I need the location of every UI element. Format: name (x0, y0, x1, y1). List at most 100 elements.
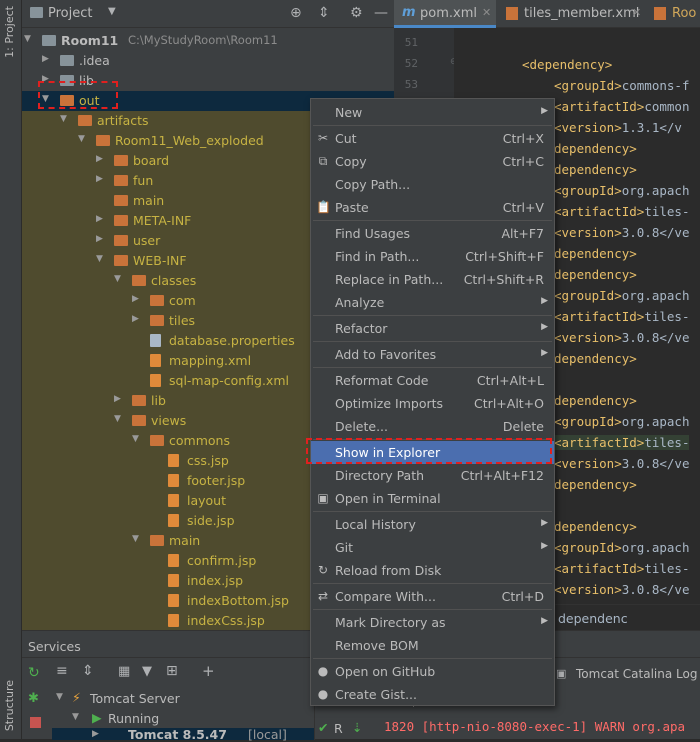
menu-item-reload-from-disk[interactable]: ↻ Reload from Disk (311, 559, 554, 582)
group-icon[interactable]: ▦ (118, 664, 130, 679)
menu-item-shortcut: Delete (502, 419, 544, 434)
menu-item-local-history[interactable]: Local History ▶ (311, 513, 554, 536)
collapsed-arrow-icon[interactable]: ▶ (114, 394, 124, 404)
tab-roo[interactable]: Roo (650, 0, 700, 28)
collapsed-arrow-icon[interactable]: ▶ (96, 154, 106, 164)
chevron-down-icon[interactable]: ▼ (108, 6, 116, 17)
xml-text: org.apach (621, 288, 690, 303)
menu-item-paste[interactable]: 📋 Paste Ctrl+V (311, 196, 554, 219)
new-tab-icon[interactable]: ⊞ (166, 663, 178, 679)
code-line: dependency> (554, 477, 637, 492)
menu-item-open-on-github[interactable]: ● Open on GitHub (311, 660, 554, 683)
menu-item-compare-with[interactable]: ⇄ Compare With... Ctrl+D (311, 585, 554, 608)
expanded-arrow-icon[interactable]: ▼ (78, 134, 88, 144)
folder-icon (114, 155, 128, 166)
menu-item-new[interactable]: New ▶ (311, 101, 554, 124)
menu-item-reformat-code[interactable]: Reformat Code Ctrl+Alt+L (311, 369, 554, 392)
xml-file-icon (150, 354, 161, 367)
tree-item-label: com (169, 293, 196, 308)
deploy-icon[interactable]: ⇣ (352, 720, 362, 735)
collapsed-arrow-icon[interactable]: ▶ (96, 174, 106, 184)
tree-arrow-icon[interactable]: ▼ (72, 712, 79, 722)
menu-item-create-gist[interactable]: ● Create Gist... (311, 683, 554, 706)
menu-item-mark-directory-as[interactable]: Mark Directory as ▶ (311, 611, 554, 634)
collapsed-arrow-icon[interactable]: ▶ (132, 294, 142, 304)
project-panel-title[interactable]: Project (48, 6, 92, 21)
menu-item-copy[interactable]: ⧉ Copy Ctrl+C (311, 150, 554, 173)
breadcrumb-item[interactable]: dependenc (558, 611, 628, 626)
tab-tiles-member-xml[interactable]: tiles_member.xml ✕ (498, 0, 648, 28)
r-icon[interactable]: R (334, 721, 343, 736)
menu-item-shortcut: Ctrl+Shift+R (463, 272, 544, 287)
tree-arrow-icon[interactable]: ▶ (92, 729, 99, 739)
menu-item-remove-bom[interactable]: Remove BOM (311, 634, 554, 657)
tree-item-label: sql-map-config.xml (169, 373, 289, 388)
refresh-icon[interactable]: ↻ (28, 665, 40, 681)
tree-item-room11[interactable]: ▼ Room11 C:\MyStudyRoom\Room11 (22, 31, 394, 51)
tomcat-log-tab[interactable]: Tomcat Catalina Log (576, 667, 697, 681)
expand-all-icon[interactable]: ≡ (56, 663, 68, 679)
collapse-all-icon[interactable]: ⇕ (82, 663, 94, 679)
tab-pom-xml[interactable]: m pom.xml ✕ (394, 0, 496, 28)
menu-item-analyze[interactable]: Analyze ▶ (311, 291, 554, 314)
services-title: Services (28, 639, 81, 654)
expanded-arrow-icon[interactable]: ▼ (60, 114, 70, 124)
collapse-all-icon[interactable]: ⇕ (318, 5, 330, 21)
structure-tool-label: Structure (3, 680, 16, 732)
expanded-arrow-icon[interactable]: ▼ (114, 274, 124, 284)
expanded-arrow-icon[interactable]: ▼ (132, 534, 142, 544)
running-label[interactable]: Running (108, 711, 159, 726)
expanded-arrow-icon[interactable]: ▼ (96, 254, 106, 264)
run-icon: ▶ (92, 710, 102, 725)
expanded-arrow-icon[interactable]: ▼ (24, 34, 34, 44)
gear-icon[interactable]: ⚙ (350, 5, 363, 21)
tree-item-label: lib (151, 393, 166, 408)
expanded-arrow-icon[interactable]: ▼ (132, 434, 142, 444)
filter-icon[interactable]: ▼ (142, 664, 152, 679)
menu-item-optimize-imports[interactable]: Optimize Imports Ctrl+Alt+O (311, 392, 554, 415)
check-icon[interactable]: ✔ (318, 720, 328, 735)
selected-row[interactable]: ▶ Tomcat 8.5.47 [local] (52, 727, 314, 742)
locate-icon[interactable]: ⊕ (290, 5, 302, 21)
expanded-arrow-icon[interactable]: ▼ (114, 414, 124, 424)
menu-item-shortcut: Ctrl+D (501, 589, 544, 604)
menu-item-delete[interactable]: Delete... Delete (311, 415, 554, 438)
menu-item-cut[interactable]: ✂ Cut Ctrl+X (311, 127, 554, 150)
close-icon[interactable]: ✕ (482, 6, 491, 19)
menu-item-find-usages[interactable]: Find Usages Alt+F7 (311, 222, 554, 245)
collapsed-arrow-icon[interactable]: ▶ (96, 214, 106, 224)
menu-item-replace-in-path[interactable]: Replace in Path... Ctrl+Shift+R (311, 268, 554, 291)
menu-item-copy-path[interactable]: Copy Path... (311, 173, 554, 196)
line-number: 52 (404, 57, 418, 70)
folder-icon (150, 435, 164, 446)
minimize-icon[interactable]: — (374, 5, 388, 21)
menu-item-find-in-path[interactable]: Find in Path... Ctrl+Shift+F (311, 245, 554, 268)
tomcat-server-label[interactable]: Tomcat Server (90, 691, 180, 706)
project-tool-button[interactable]: 1: Project (3, 6, 16, 58)
menu-item-label: Reload from Disk (335, 563, 442, 578)
close-icon[interactable]: ✕ (632, 6, 641, 19)
menu-item-open-in-terminal[interactable]: ▣ Open in Terminal (311, 487, 554, 510)
tree-item-label: WEB-INF (133, 253, 187, 268)
add-icon[interactable]: + (202, 662, 215, 680)
menu-item-refactor[interactable]: Refactor ▶ (311, 317, 554, 340)
menu-item-git[interactable]: Git ▶ (311, 536, 554, 559)
collapsed-arrow-icon[interactable]: ▶ (132, 314, 142, 324)
debug-icon[interactable]: ✱ (28, 691, 39, 706)
code-line: <version>3.0.8</ve (554, 225, 689, 240)
xml-tag: dependency> (554, 519, 637, 534)
code-line: dependency> (554, 393, 637, 408)
tree-item--idea[interactable]: ▶ .idea (22, 51, 394, 71)
menu-item-label: Copy Path... (335, 177, 411, 192)
structure-tool-button[interactable]: Structure (3, 680, 16, 731)
collapsed-arrow-icon[interactable]: ▶ (42, 54, 52, 64)
xml-tag: <groupId> (554, 414, 622, 429)
code-line: dependency> (554, 246, 637, 261)
menu-item-directory-path[interactable]: Directory Path Ctrl+Alt+F12 (311, 464, 554, 487)
menu-item-add-to-favorites[interactable]: Add to Favorites ▶ (311, 343, 554, 366)
tree-item-label: mapping.xml (169, 353, 252, 368)
stop-icon[interactable] (30, 717, 41, 728)
submenu-arrow-icon: ▶ (541, 322, 548, 332)
tree-arrow-icon[interactable]: ▼ (56, 692, 63, 702)
collapsed-arrow-icon[interactable]: ▶ (96, 234, 106, 244)
